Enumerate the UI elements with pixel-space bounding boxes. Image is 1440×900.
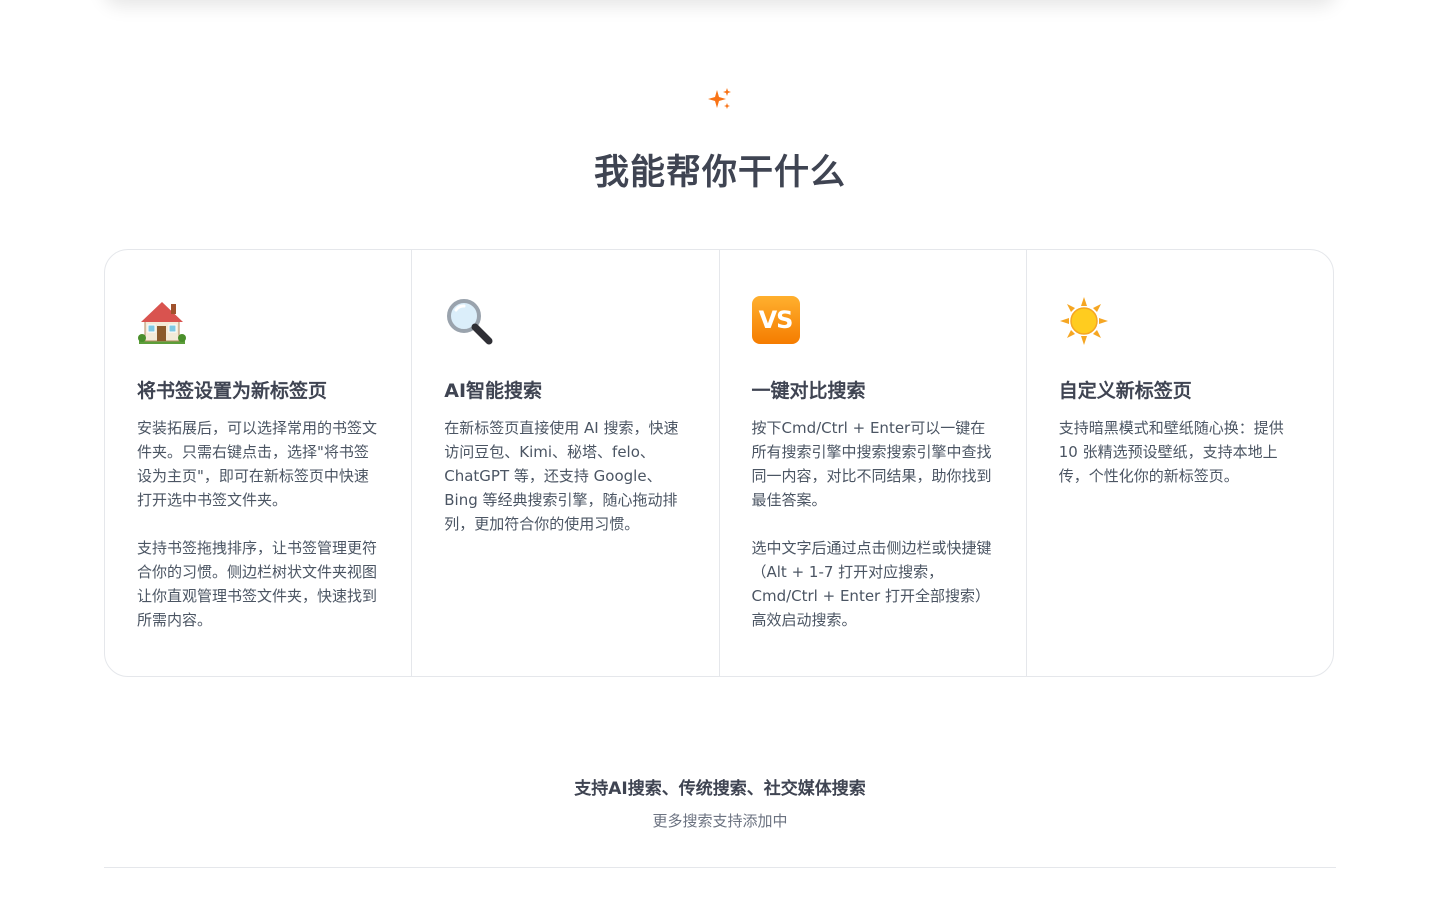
feature-description: 在新标签页直接使用 AI 搜索，快速访问豆包、Kimi、秘塔、felo、Chat… (444, 419, 679, 533)
section-title: 我能帮你干什么 (593, 153, 846, 193)
feature-description: 安装拓展后，可以选择常用的书签文件夹。只需右键点击，选择"将书签设为主页"，即可… (137, 419, 378, 509)
hero-section: 我能帮你干什么 (0, 86, 1440, 195)
feature-title: 自定义新标签页 (1058, 380, 1192, 402)
feature-card-bookmarks: 将书签设置为新标签页 安装拓展后，可以选择常用的书签文件夹。只需右键点击，选择"… (105, 250, 413, 676)
sparkles-icon (707, 86, 733, 112)
feature-card-compare-search: VS 一键对比搜索 按下Cmd/Ctrl + Enter可以一键在所有搜索引擎中… (720, 250, 1027, 676)
feature-card-custom-newtab: 自定义新标签页 支持暗黑模式和壁纸随心换：提供 10 张精选预设壁纸，支持本地上… (1027, 250, 1333, 676)
features-grid: 将书签设置为新标签页 安装拓展后，可以选择常用的书签文件夹。只需右键点击，选择"… (104, 249, 1334, 677)
magnifier-icon (444, 296, 494, 346)
search-support-note: 支持AI搜索、传统搜索、社交媒体搜索 更多搜索支持添加中 (0, 775, 1440, 833)
vs-icon: VS (751, 296, 802, 346)
search-support-title: 支持AI搜索、传统搜索、社交媒体搜索 (574, 779, 866, 799)
feature-description: 选中文字后通过点击侧边栏或快捷键（Alt + 1-7 打开对应搜索，Cmd/Ct… (751, 539, 992, 629)
sun-icon (1059, 296, 1109, 346)
search-support-subtitle: 更多搜索支持添加中 (652, 812, 788, 830)
feature-title: 将书签设置为新标签页 (137, 380, 328, 402)
feature-description: 支持暗黑模式和壁纸随心换：提供 10 张精选预设壁纸，支持本地上传，个性化你的新… (1058, 419, 1284, 485)
feature-description: 支持书签拖拽排序，让书签管理更符合你的习惯。侧边栏树状文件夹视图让你直观管理书签… (137, 539, 378, 629)
feature-card-ai-search: AI智能搜索 在新标签页直接使用 AI 搜索，快速访问豆包、Kimi、秘塔、fe… (412, 250, 720, 676)
divider (104, 867, 1336, 868)
feature-title: 一键对比搜索 (751, 380, 866, 402)
feature-description: 按下Cmd/Ctrl + Enter可以一键在所有搜索引擎中搜索搜索引擎中查找同… (751, 419, 992, 509)
feature-title: AI智能搜索 (444, 380, 543, 402)
house-icon (137, 296, 187, 346)
